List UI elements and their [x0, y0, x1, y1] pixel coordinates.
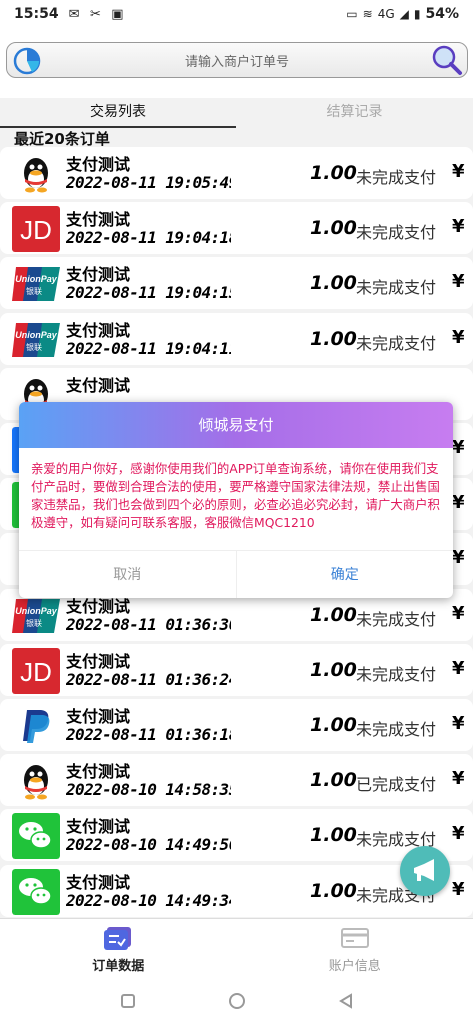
nav-order-data[interactable]: 订单数据 [0, 919, 237, 978]
nav-account-info-label: 账户信息 [328, 959, 381, 974]
signal-icon: ◢ [399, 7, 409, 21]
home-icon[interactable] [227, 991, 247, 1011]
network-type: 4G [377, 7, 395, 21]
nav-account-info[interactable]: 账户信息 [237, 919, 473, 978]
battery-icon: ▮ [413, 7, 421, 21]
announcement-button[interactable] [400, 846, 450, 896]
back-icon[interactable] [337, 992, 355, 1010]
search-icon[interactable] [431, 44, 463, 76]
search-bar[interactable]: 请输入商户订单号 [6, 42, 468, 78]
tools-icon: ✂ [89, 7, 101, 22]
recent-apps-icon[interactable] [119, 992, 137, 1010]
dialog-title: 倾城易支付 [19, 402, 453, 448]
status-bar: 15:54 ✉ ✂ ▣ ▭ ≋ 4G ◢ ▮ 54% [0, 0, 473, 28]
wifi-icon: ≋ [362, 7, 373, 21]
dialog-footer: 取消 确定 [19, 550, 453, 598]
nfc-icon: ▭ [346, 7, 358, 21]
dialog-message: 亲爱的用户你好，感谢你使用我们的APP订单查询系统，请你在使用我们支付产品时，要… [31, 461, 440, 530]
status-time: 15:54 [14, 6, 59, 22]
system-nav-bar [0, 978, 473, 1024]
cancel-button[interactable]: 取消 [19, 551, 237, 598]
account-card-icon [340, 928, 369, 948]
notification-icon: ✉ [68, 7, 80, 22]
search-input[interactable]: 请输入商户订单号 [185, 51, 289, 70]
battery-level: 54% [425, 6, 459, 22]
confirm-button[interactable]: 确定 [237, 551, 454, 598]
app-logo-icon [13, 47, 41, 75]
search-area: 请输入商户订单号 [0, 28, 473, 98]
image-icon: ▣ [111, 7, 124, 22]
bottom-nav: 订单数据 账户信息 [0, 918, 473, 978]
notice-dialog: 倾城易支付 亲爱的用户你好，感谢你使用我们的APP订单查询系统，请你在使用我们支… [19, 402, 453, 598]
order-data-icon [104, 927, 132, 950]
nav-order-data-label: 订单数据 [92, 959, 145, 974]
megaphone-icon [414, 859, 434, 881]
